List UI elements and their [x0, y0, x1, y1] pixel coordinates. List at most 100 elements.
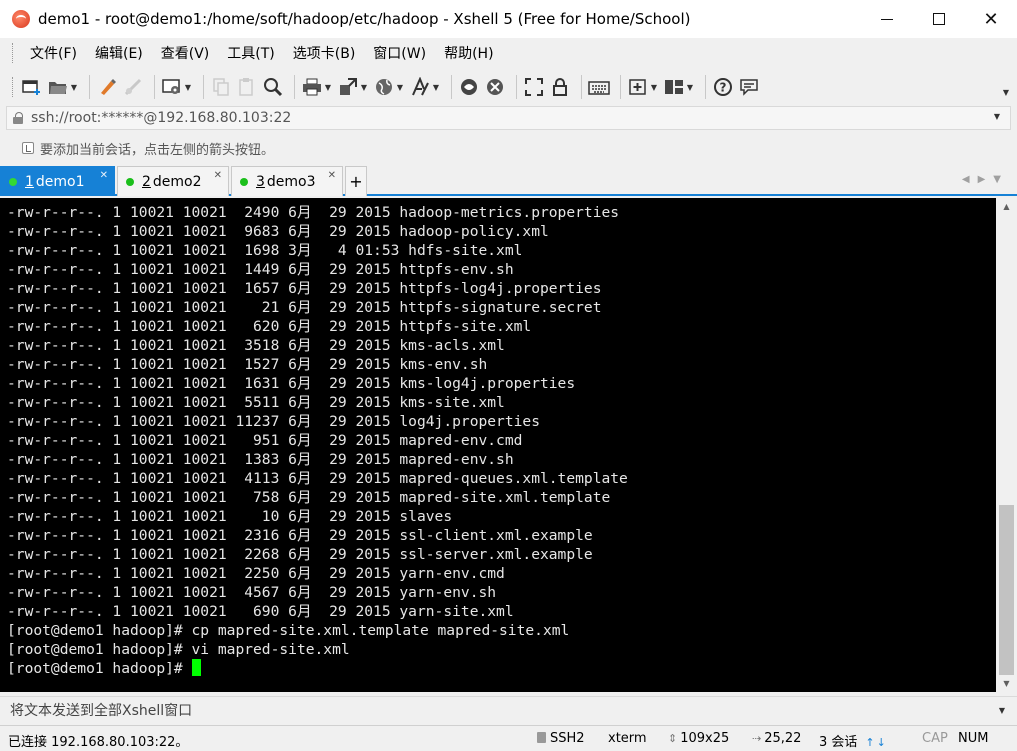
paste-button[interactable] — [236, 72, 258, 102]
maximize-button[interactable] — [913, 0, 965, 38]
tab-close-icon[interactable]: ✕ — [214, 170, 222, 181]
font-dropdown-caret[interactable]: ▼ — [431, 83, 441, 92]
tab-demo2[interactable]: 2 demo2 ✕ — [117, 166, 229, 196]
terminal[interactable]: -rw-r--r--. 1 10021 10021 2490 6月 29 201… — [0, 198, 996, 692]
print-dropdown-caret[interactable]: ▼ — [323, 83, 333, 92]
terminal-line: -rw-r--r--. 1 10021 10021 4567 6月 29 201… — [7, 584, 497, 601]
paint-icon — [96, 76, 118, 98]
tab-number: 2 — [142, 173, 151, 190]
encoding-dropdown-caret[interactable]: ▼ — [395, 83, 405, 92]
xmanager-icon — [484, 76, 506, 98]
add-tab-button[interactable]: ▼ — [627, 72, 659, 102]
tab-close-icon[interactable]: ✕ — [100, 170, 108, 181]
send-dropdown-icon[interactable]: ▼ — [999, 706, 1005, 715]
toolbar: ▼ ▼ ▼ ▼ ▼ ▼ ▼ ▼ ? ▼ — [0, 68, 1017, 106]
print-button[interactable]: ▼ — [301, 72, 333, 102]
add-tab-dropdown-caret[interactable]: ▼ — [649, 83, 659, 92]
address-dropdown-icon[interactable]: ▼ — [994, 112, 1000, 121]
copy-button[interactable] — [210, 72, 232, 102]
transfer-dropdown-caret[interactable]: ▼ — [359, 83, 369, 92]
terminal-scrollbar[interactable]: ▲ ▼ — [996, 198, 1017, 692]
menu-edit[interactable]: 编辑(E) — [86, 43, 152, 63]
menu-file[interactable]: 文件(F) — [21, 43, 86, 63]
terminal-line: -rw-r--r--. 1 10021 10021 10 6月 29 2015 … — [7, 508, 453, 525]
window-controls: ✕ — [861, 0, 1017, 38]
layout-dropdown-caret[interactable]: ▼ — [685, 83, 695, 92]
terminal-line: -rw-r--r--. 1 10021 10021 2250 6月 29 201… — [7, 565, 505, 582]
properties-dropdown-caret[interactable]: ▼ — [183, 83, 193, 92]
address-value[interactable]: ssh://root:******@192.168.80.103:22 — [31, 110, 291, 126]
terminal-line: -rw-r--r--. 1 10021 10021 2490 6月 29 201… — [7, 204, 620, 221]
menu-tools[interactable]: 工具(T) — [218, 43, 283, 63]
globe-icon — [373, 76, 395, 98]
add-tab-plus-button[interactable]: + — [345, 166, 367, 196]
keyboard-icon — [588, 76, 610, 98]
toolbar-separator — [294, 75, 295, 99]
toolbar-separator — [516, 75, 517, 99]
fullscreen-icon — [523, 76, 545, 98]
terminal-line: -rw-r--r--. 1 10021 10021 3518 6月 29 201… — [7, 337, 505, 354]
minimize-icon — [881, 18, 893, 20]
close-button[interactable]: ✕ — [965, 0, 1017, 38]
open-dropdown-caret[interactable]: ▼ — [69, 83, 79, 92]
terminal-prompt: [root@demo1 hadoop]# — [7, 660, 192, 677]
send-to-all-input[interactable]: 将文本发送到全部Xshell窗口 — [10, 700, 192, 720]
properties-button[interactable]: ▼ — [161, 72, 193, 102]
window-title: demo1 - root@demo1:/home/soft/hadoop/etc… — [38, 10, 691, 28]
fullscreen-button[interactable] — [523, 72, 545, 102]
scroll-down-arrow-icon[interactable]: ▼ — [996, 675, 1017, 692]
terminal-line: -rw-r--r--. 1 10021 10021 11237 6月 29 20… — [7, 413, 540, 430]
tab-number: 3 — [256, 173, 265, 190]
scroll-up-arrow-icon[interactable]: ▲ — [996, 198, 1017, 215]
font-button[interactable]: ▼ — [409, 72, 441, 102]
chat-icon — [738, 76, 760, 98]
send-to-all-bar[interactable]: 将文本发送到全部Xshell窗口 ▼ — [0, 696, 1017, 722]
font-icon — [409, 76, 431, 98]
menu-view[interactable]: 查看(V) — [152, 43, 219, 63]
tab-label: demo1 — [35, 173, 85, 190]
encoding-button[interactable]: ▼ — [373, 72, 405, 102]
lock-icon — [13, 112, 23, 124]
xmanager-button[interactable] — [484, 72, 506, 102]
help-button[interactable]: ? — [712, 72, 734, 102]
tab-navigation-icons[interactable]: ◀▶▼ — [962, 174, 1009, 185]
hint-icon — [22, 142, 34, 154]
find-button[interactable] — [262, 72, 284, 102]
reconnect-button[interactable] — [96, 72, 118, 102]
keyboard-button[interactable] — [588, 72, 610, 102]
scroll-thumb[interactable] — [999, 505, 1014, 675]
menu-window[interactable]: 窗口(W) — [364, 43, 435, 63]
toolbar-separator — [581, 75, 582, 99]
scroll-track[interactable] — [999, 215, 1014, 675]
close-icon: ✕ — [983, 8, 999, 30]
tab-label: demo2 — [152, 173, 202, 190]
tab-demo1[interactable]: 1 demo1 ✕ — [0, 166, 115, 196]
print-icon — [301, 76, 323, 98]
disconnect-icon — [122, 76, 144, 98]
layout-button[interactable]: ▼ — [663, 72, 695, 102]
tab-label: demo3 — [266, 173, 316, 190]
lock-icon — [537, 732, 546, 743]
terminal-output: -rw-r--r--. 1 10021 10021 2490 6月 29 201… — [7, 203, 996, 659]
add-tab-icon — [627, 76, 649, 98]
terminal-prompt-line[interactable]: [root@demo1 hadoop]# — [7, 659, 996, 678]
copy-icon — [210, 76, 232, 98]
transfer-button[interactable]: ▼ — [337, 72, 369, 102]
terminal-line: [root@demo1 hadoop]# vi mapred-site.xml — [7, 641, 350, 658]
new-session-button[interactable] — [21, 72, 43, 102]
open-button[interactable]: ▼ — [47, 72, 79, 102]
connected-dot-icon — [240, 177, 248, 186]
tab-demo3[interactable]: 3 demo3 ✕ — [231, 166, 343, 196]
status-protocol-text: SSH2 — [550, 731, 585, 746]
status-connection: 已连接 192.168.80.103:22。 — [8, 735, 189, 750]
xftp-button[interactable] — [458, 72, 480, 102]
chat-button[interactable] — [738, 72, 760, 102]
lock-button[interactable] — [549, 72, 571, 102]
menu-tabs[interactable]: 选项卡(B) — [284, 43, 365, 63]
disconnect-button[interactable] — [122, 72, 144, 102]
minimize-button[interactable] — [861, 0, 913, 38]
tab-close-icon[interactable]: ✕ — [328, 170, 336, 181]
toolbar-overflow-caret[interactable]: ▼ — [1003, 88, 1009, 97]
menu-help[interactable]: 帮助(H) — [435, 43, 502, 63]
address-bar[interactable]: ssh://root:******@192.168.80.103:22 ▼ — [6, 106, 1011, 130]
